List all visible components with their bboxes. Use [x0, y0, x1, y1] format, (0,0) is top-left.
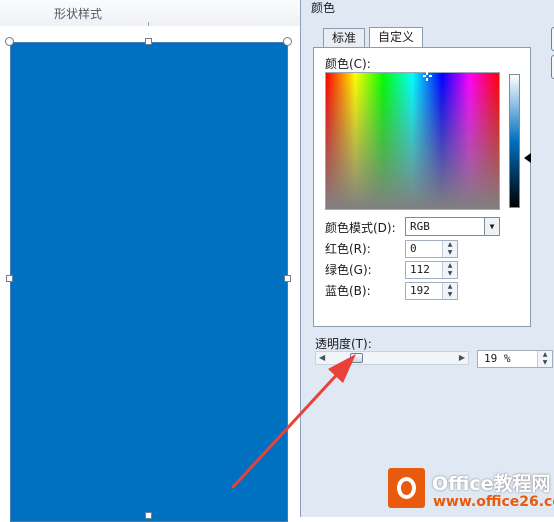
spin-up-icon: ▲	[447, 283, 453, 290]
color-crosshair-icon[interactable]	[423, 72, 432, 81]
color-model-value: RGB	[410, 220, 430, 233]
spin-up-icon: ▲	[542, 351, 548, 358]
tab-standard[interactable]: 标准	[323, 28, 366, 47]
spin-up-icon: ▲	[447, 241, 453, 248]
spin-down-icon: ▼	[447, 270, 453, 277]
ribbon-group-label: 形状样式	[54, 7, 103, 21]
office26-watermark: Office教程网 www.office26.com	[388, 468, 554, 517]
green-value: 112	[410, 263, 430, 276]
office-logo-icon	[388, 468, 425, 508]
watermark-url: www.office26.com	[433, 494, 554, 510]
dialog-title-background-text	[443, 5, 503, 17]
blue-spinner[interactable]: ▲ ▼	[442, 283, 457, 299]
transparency-slider[interactable]: ◀ ▶	[315, 351, 469, 365]
transparency-spinner[interactable]: ▲ ▼	[537, 351, 552, 367]
color-model-select[interactable]: RGB ▼	[405, 217, 500, 236]
color-model-label: 颜色模式(D):	[325, 221, 396, 235]
resize-handle-bottom[interactable]	[145, 512, 152, 519]
blue-input[interactable]: 192 ▲ ▼	[405, 282, 458, 300]
red-input[interactable]: 0 ▲ ▼	[405, 240, 458, 258]
luminance-pointer-icon[interactable]	[524, 153, 531, 163]
red-spinner[interactable]: ▲ ▼	[442, 241, 457, 257]
green-label: 绿色(G):	[325, 263, 372, 277]
resize-handle-right[interactable]	[284, 275, 291, 282]
spin-down-icon: ▼	[447, 291, 453, 298]
slider-right-arrow-icon[interactable]: ▶	[459, 353, 465, 362]
transparency-value: 19 %	[484, 352, 511, 365]
slider-left-arrow-icon[interactable]: ◀	[319, 353, 325, 362]
tab-custom[interactable]: 自定义	[369, 27, 424, 48]
resize-handle-top[interactable]	[145, 38, 152, 45]
green-spinner[interactable]: ▲ ▼	[442, 262, 457, 278]
blue-label: 蓝色(B):	[325, 284, 371, 298]
red-label: 红色(R):	[325, 242, 371, 256]
resize-handle-left[interactable]	[6, 275, 13, 282]
transparency-slider-thumb[interactable]	[350, 353, 364, 363]
selected-rectangle-shape[interactable]	[10, 42, 288, 522]
color-dialog: 颜色 标准 自定义 颜色(C): 颜色模式(D): RGB ▼ 红色(R): 0…	[300, 0, 554, 517]
chevron-down-icon[interactable]: ▼	[484, 218, 499, 235]
red-value: 0	[410, 242, 417, 255]
green-input[interactable]: 112 ▲ ▼	[405, 261, 458, 279]
spin-down-icon: ▼	[542, 359, 548, 366]
transparency-label: 透明度(T):	[315, 337, 372, 351]
transparency-input[interactable]: 19 % ▲ ▼	[477, 350, 553, 368]
resize-handle-top-right[interactable]	[283, 37, 292, 46]
spin-down-icon: ▼	[447, 249, 453, 256]
resize-handle-top-left[interactable]	[5, 37, 14, 46]
luminance-slider[interactable]	[509, 74, 520, 208]
color-spectrum-picker[interactable]	[325, 72, 500, 210]
dialog-title: 颜色	[311, 1, 336, 15]
colors-label: 颜色(C):	[325, 57, 371, 71]
spin-up-icon: ▲	[447, 262, 453, 269]
blue-value: 192	[410, 284, 430, 297]
watermark-title: Office教程网	[432, 473, 551, 495]
